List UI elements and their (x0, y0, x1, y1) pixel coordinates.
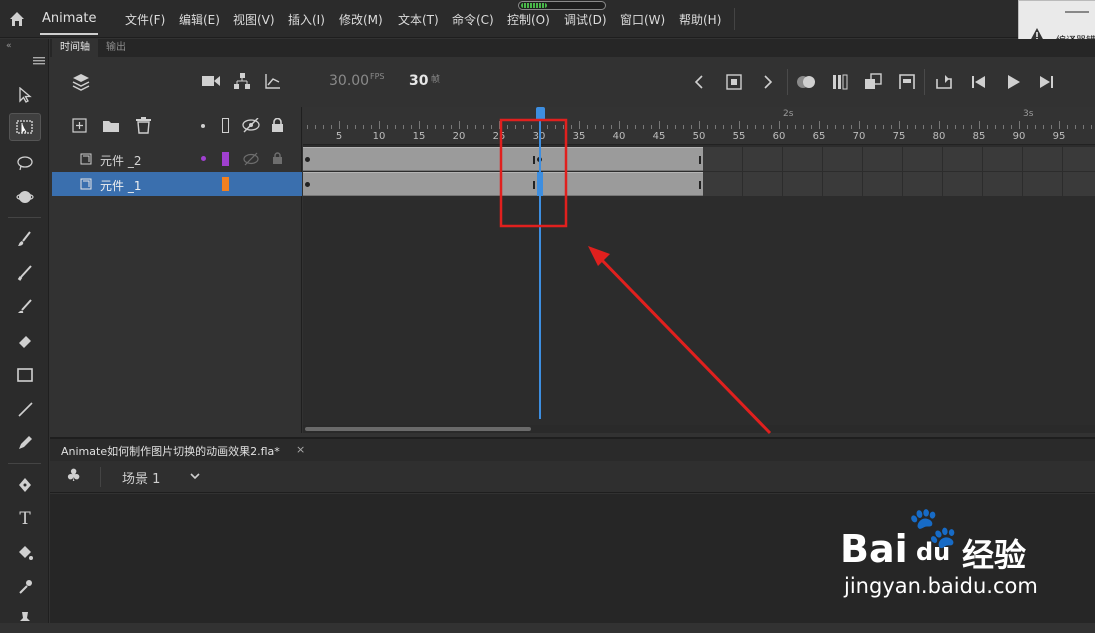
annotation-arrow-line (596, 254, 772, 435)
watermark-brand: Bai (840, 527, 908, 571)
scene-icon[interactable]: ♣ (66, 466, 81, 486)
watermark-brand2: du (916, 538, 951, 566)
chevron-down-icon[interactable] (190, 473, 200, 480)
annotation-box (499, 118, 568, 228)
scene-label[interactable]: 场景 1 (122, 468, 160, 487)
close-tab-icon[interactable]: × (296, 443, 305, 456)
watermark-cn: 经验 (962, 536, 1027, 574)
edit-bar: ♣ 场景 1 (50, 461, 1095, 493)
document-tab-bar: Animate如何制作图片切换的动画效果2.fla* × (50, 437, 1095, 461)
edit-bar-divider (100, 467, 101, 487)
document-tab-title[interactable]: Animate如何制作图片切换的动画效果2.fla* (61, 443, 280, 459)
watermark-url: jingyan.baidu.com (844, 574, 1038, 598)
